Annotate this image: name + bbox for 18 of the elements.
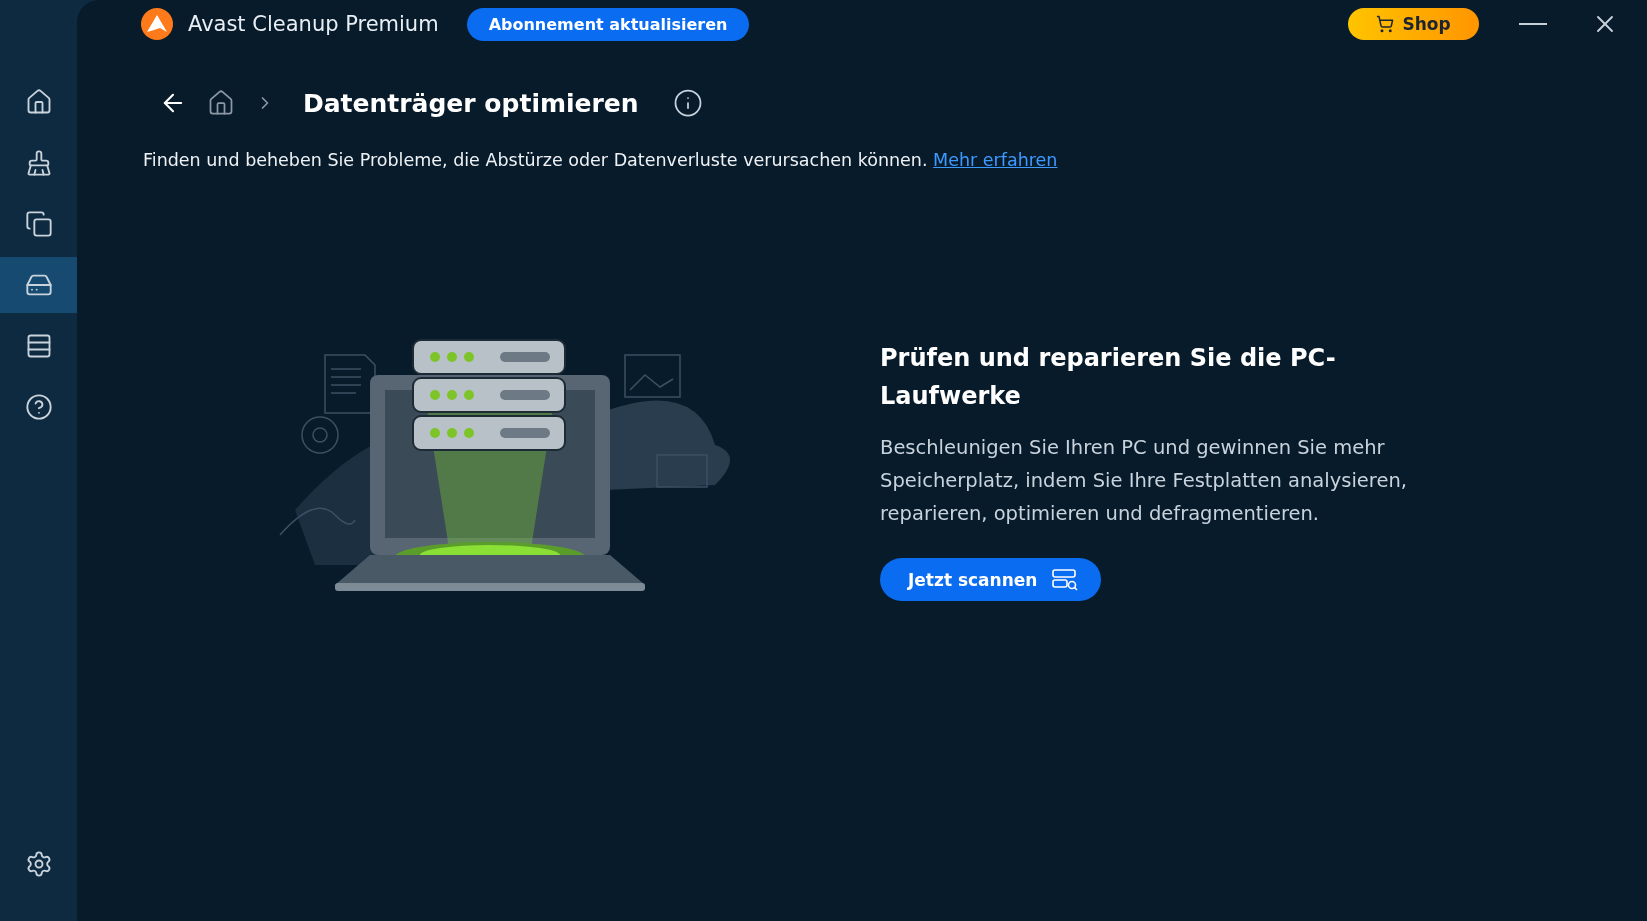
feature-description: Beschleunigen Sie Ihren PC und gewinnen Sie mehr Speicherplatz, indem Sie Ihre Festplatten analysieren, reparieren, optimieren und defragmentieren. [880, 435, 1408, 527]
logo-icon [140, 7, 174, 41]
help-icon [24, 393, 53, 421]
drive-search-icon [1051, 567, 1080, 592]
feature-heading: Prüfen und reparieren Sie die PC-Laufwerke [880, 343, 1337, 412]
app-title: Avast Cleanup Premium [188, 12, 439, 36]
cart-icon [1376, 15, 1395, 33]
home-icon[interactable] [207, 89, 235, 117]
info-icon[interactable] [672, 88, 703, 118]
sidebar-item[interactable] [0, 257, 77, 313]
shop-button[interactable]: Shop [1348, 8, 1479, 40]
minimize-icon [1519, 23, 1547, 25]
page-title: Datenträger optimieren [303, 88, 639, 118]
upgrade-button[interactable]: Abonnement aktualisieren [466, 7, 750, 41]
page-description: Finden und beheben Sie Probleme, die Abstürze oder Datenverluste verursachen können. Mehr erfahren [143, 150, 1059, 170]
learn-more-link[interactable]: Mehr erfahren [933, 150, 1058, 170]
windows-icon [24, 210, 53, 238]
scan-button[interactable]: Jetzt scannen [880, 558, 1102, 601]
